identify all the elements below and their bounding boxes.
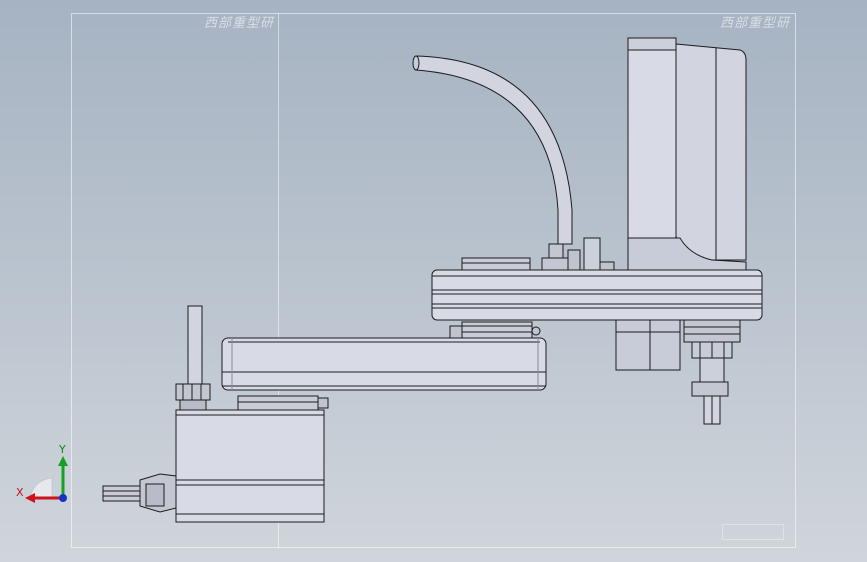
motor-housing <box>627 37 747 271</box>
z-axis-dot <box>59 494 67 502</box>
first-arm <box>221 321 547 391</box>
axis-triad <box>25 456 68 503</box>
ball-screw-spline <box>683 319 741 425</box>
x-axis-arrowhead <box>25 493 35 503</box>
scara-robot-model[interactable] <box>0 0 867 562</box>
cad-viewport[interactable]: 西部重型研 西部重型研 X Y <box>0 0 867 562</box>
y-axis-arrowhead <box>58 456 68 466</box>
cable-arc <box>412 55 573 245</box>
x-axis-label: X <box>16 486 24 499</box>
y-axis-label: Y <box>59 443 66 456</box>
lower-motor <box>615 319 681 371</box>
base-cable <box>102 473 177 513</box>
